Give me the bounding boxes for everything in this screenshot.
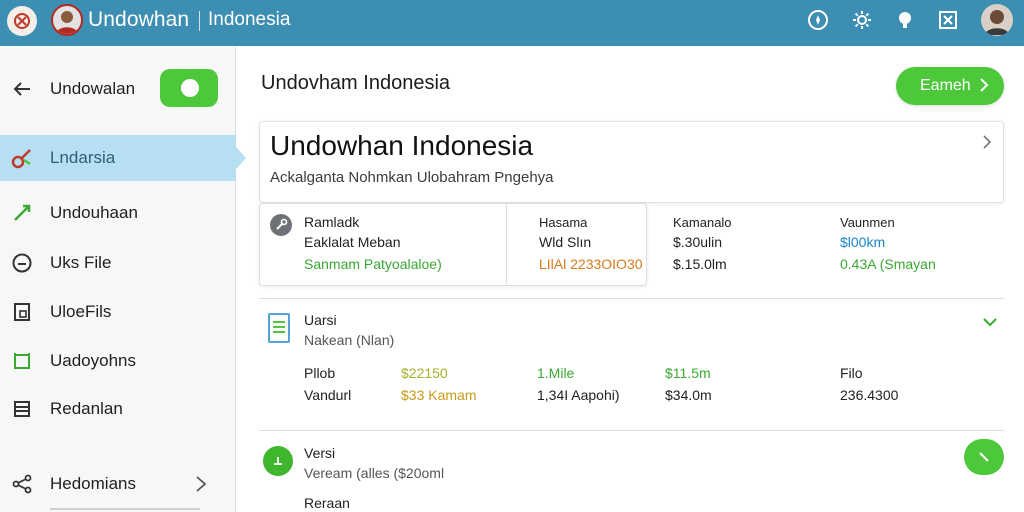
sidebar-item-hedomians[interactable]: Hedomians [0,461,236,507]
detail-link[interactable]: $l00km [840,234,885,250]
row-value: $22150 [401,365,448,381]
detail-label: Ramladk [304,214,360,230]
detail-value: Eaklalat Meban [304,234,401,250]
clock-icon [10,251,34,275]
detail-highlight: 0.43A (Smayan [840,256,936,272]
share-icon [10,472,34,496]
detail-value: $.15.0lm [673,256,727,272]
brush-icon [10,146,34,170]
sidebar-item-label: Undowalan [50,79,136,98]
version-icon [263,446,293,476]
section-subtitle: Veream (alles ($20oml [304,465,445,481]
file-icon [268,313,290,343]
detail-value: Wld Slın [539,234,592,250]
sidebar-item-label: Redanlan [50,399,123,418]
detail-label: Hasama [539,215,588,230]
wrench-icon [270,214,292,236]
row-value: $34.0m [665,387,712,403]
app-title: Undowhan [88,8,190,31]
compass-icon[interactable] [806,8,830,32]
sidebar-item-uloefils[interactable]: UloeFils [0,289,236,335]
detail-label: Kamanalo [673,215,732,230]
top-bar: Undowhan Indonesia [0,0,1024,46]
chevron-right-icon[interactable] [982,134,992,155]
sidebar-toggle[interactable] [160,69,218,107]
chevron-right-icon [194,474,208,499]
detail-highlight: Sanmam Patyoalaloe) [304,256,442,272]
row-label: Pllob [304,365,336,381]
sidebar-item-label: UloeFils [50,302,112,321]
sidebar-item-uks-file[interactable]: Uks File [0,240,236,286]
document-icon [10,300,34,324]
sidebar-item-redanlan[interactable]: Redanlan [0,386,236,432]
avatar-icon[interactable] [51,4,83,36]
row-label: Vandurl [304,387,352,403]
chevron-right-icon [978,77,990,98]
hero-subtitle: Ackalganta Nohmkan Ulobahram Pngehya [270,169,554,186]
app-logo-icon[interactable] [7,6,37,36]
detail-value: $.30ulin [673,234,723,250]
sidebar-item-label: Uadoyohns [50,351,137,370]
hero-card[interactable]: Undowhan Indonesia Ackalganta Nohmkan Ul… [259,121,1004,203]
primary-action-label: Eameh [920,77,971,94]
section-subtitle: Nakean (Nlan) [304,332,395,348]
toggle-knob [181,79,199,97]
row-value: $11.5m [665,365,711,381]
row-value: 1,34I Aapohi) [537,387,620,403]
section-divider [259,298,1004,299]
app-subtitle: Indonesia [208,9,291,30]
back-arrow-icon [10,77,34,101]
sidebar-item-uadoyohns[interactable]: Uadoyohns [0,338,236,384]
pin-icon [10,201,34,225]
sidebar-item-label: Undouhaan [50,203,138,222]
detail-label: Vaunmen [840,215,895,230]
chevron-down-icon[interactable] [980,312,1000,332]
frame-icon [10,349,34,373]
sidebar-item-label: Uks File [50,253,112,272]
user-avatar-icon[interactable] [981,4,1013,36]
section-title: Versi [304,445,336,461]
primary-action-button[interactable]: Eameh [896,67,1004,105]
row-value: 236.4300 [840,387,899,403]
row-value: 1.Mile [537,365,575,381]
row-value: $33 Kamam [401,387,477,403]
row-value: Filo [840,365,863,381]
sidebar-item-lndarsia[interactable]: Lndarsia [0,135,246,181]
sidebar-item-label: Lndarsia [50,148,116,167]
bulb-icon[interactable] [893,8,917,32]
detail-divider [506,204,507,284]
active-indicator [236,147,246,169]
bookmark-icon[interactable] [936,8,960,32]
page-title: Undovham Indonesia [261,72,451,94]
list-icon [10,397,34,421]
sidebar-item-undouhaan[interactable]: Undouhaan [0,190,236,236]
check-action-button[interactable] [964,439,1004,475]
settings-icon[interactable] [850,8,874,32]
hero-title: Undowhan Indonesia [270,130,534,161]
detail-highlight: LIlAl 2233OIO30 [539,256,643,272]
title-divider [199,11,200,31]
section-title: Uarsi [304,312,337,328]
sidebar-item-label: Hedomians [50,474,136,493]
section-extra: Reraan [304,495,350,511]
sidebar: Undowalan Lndarsia Undouhaan Uks File Ul… [0,46,246,512]
sidebar-scroll-indicator [50,508,200,510]
section-divider [259,430,1004,431]
